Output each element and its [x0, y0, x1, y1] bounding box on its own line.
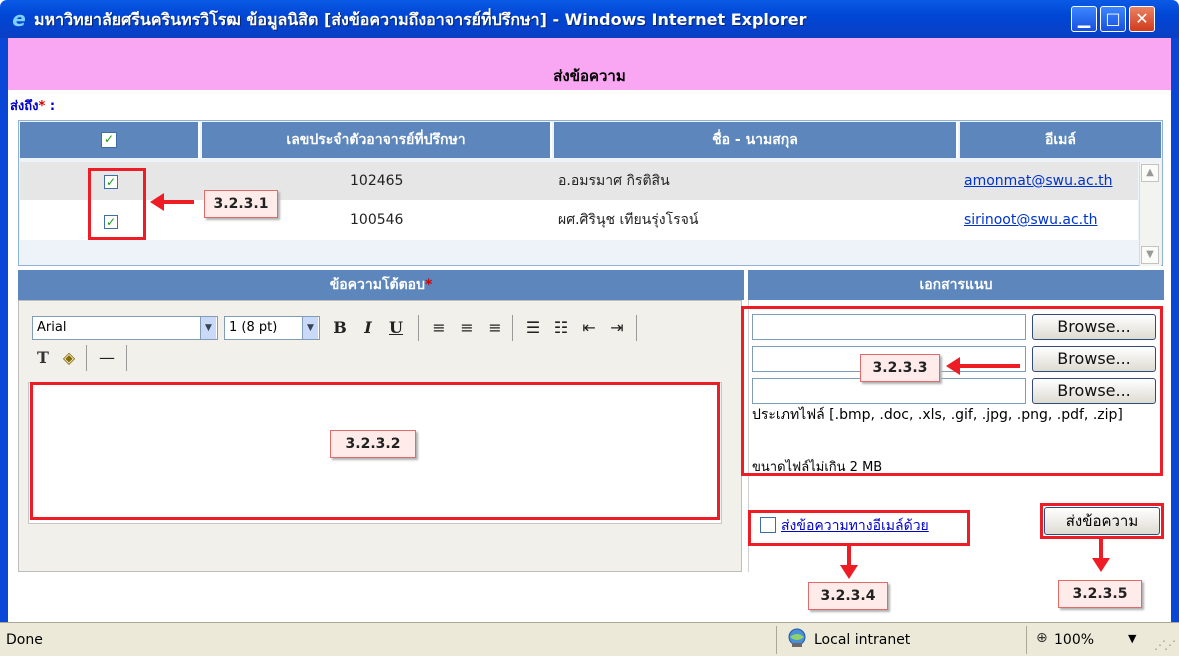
zoom-dropdown-icon[interactable]: ▼ [1128, 632, 1136, 645]
toolbar-separator [418, 315, 419, 341]
toolbar-separator [512, 315, 513, 341]
annotation-arrow-line [958, 364, 1020, 368]
advisor-name: ผศ.ศิรินุช เทียนรุ่งโรจน์ [558, 212, 699, 228]
annotation-arrow-line [162, 200, 194, 204]
background-color-icon[interactable]: ◈ [58, 346, 80, 370]
status-divider [776, 626, 777, 654]
window-frame-right [1171, 38, 1179, 656]
attachment-header: เอกสารแนบ [748, 270, 1164, 300]
advisor-email-link[interactable]: amonmat@swu.ac.th [964, 162, 1113, 200]
resize-grip-icon[interactable]: ⋰⋰ [1154, 638, 1176, 652]
align-right-icon[interactable]: ≡ [484, 316, 506, 340]
zoom-level[interactable]: 100% [1054, 632, 1094, 648]
bold-button[interactable]: B [330, 316, 350, 340]
advisor-name: อ.อมรมาศ กิรติสิน [558, 173, 670, 189]
annotation-box-email-option [748, 510, 970, 546]
local-intranet-icon [788, 628, 806, 647]
column-header-advisor-id: เลขประจำตัวอาจารย์ที่ปรึกษา [202, 122, 552, 158]
zone-text: Local intranet [814, 632, 911, 648]
column-header-select: ✓ [20, 122, 200, 158]
chevron-down-icon[interactable]: ▼ [302, 317, 318, 339]
advisor-id: 100546 [350, 212, 404, 228]
window-title: มหาวิทยาลัยศรีนครินทรวิโรฒ ข้อมูลนิสิต [… [34, 10, 807, 29]
indent-icon[interactable]: ⇥ [606, 316, 628, 340]
annotation-arrow-line [847, 546, 851, 566]
to-label: ส่งถึง* : [10, 99, 56, 114]
annotation-label: 3.2.3.1 [204, 190, 278, 218]
align-center-icon[interactable]: ≡ [456, 316, 478, 340]
maximize-button[interactable]: □ [1100, 6, 1126, 32]
ie-logo-icon: e [12, 7, 26, 31]
scroll-down-icon[interactable]: ▼ [1141, 246, 1159, 264]
zoom-icon[interactable]: ⊕ [1036, 630, 1048, 646]
outdent-icon[interactable]: ⇤ [578, 316, 600, 340]
column-header-email: อีเมล์ [960, 122, 1161, 158]
italic-button[interactable]: I [358, 316, 378, 340]
chevron-down-icon[interactable]: ▼ [200, 317, 216, 339]
annotation-box-attachments [741, 306, 1163, 476]
text-color-icon[interactable]: T [32, 346, 54, 370]
annotation-arrow-line [1099, 539, 1103, 559]
ordered-list-icon[interactable]: ☰ [522, 316, 544, 340]
annotation-label: 3.2.3.5 [1058, 580, 1142, 608]
annotation-arrow-icon [840, 565, 858, 579]
status-text: Done [6, 632, 43, 648]
toolbar-separator [86, 345, 87, 371]
window-frame-left [0, 38, 8, 656]
annotation-arrow-icon [1092, 558, 1110, 572]
message-header: ข้อความโต้ตอบ* [18, 270, 744, 300]
annotation-box-checkboxes [88, 168, 146, 240]
close-button[interactable]: ✕ [1129, 6, 1155, 32]
annotation-box-send-button [1040, 503, 1164, 539]
unordered-list-icon[interactable]: ☷ [550, 316, 572, 340]
horizontal-rule-icon[interactable]: — [94, 346, 120, 370]
bottom-panel [8, 576, 1171, 608]
font-family-select[interactable]: Arial [32, 316, 218, 340]
annotation-label: 3.2.3.3 [860, 354, 940, 382]
align-left-icon[interactable]: ≡ [428, 316, 450, 340]
annotation-label: 3.2.3.2 [330, 430, 416, 458]
status-divider [1026, 626, 1027, 654]
column-header-name: ชื่อ - นามสกุล [554, 122, 958, 158]
annotation-label: 3.2.3.4 [808, 582, 888, 610]
page-header: ส่งข้อความ [8, 62, 1171, 90]
status-bar [0, 622, 1179, 656]
underline-button[interactable]: U [386, 316, 406, 340]
advisor-email-link[interactable]: sirinoot@swu.ac.th [964, 201, 1097, 239]
scroll-up-icon[interactable]: ▲ [1141, 164, 1159, 182]
select-all-checkbox[interactable]: ✓ [101, 132, 117, 148]
toolbar-separator [636, 315, 637, 341]
advisor-id: 102465 [350, 173, 404, 189]
toolbar-separator [126, 345, 127, 371]
minimize-button[interactable]: ▁ [1071, 6, 1097, 32]
